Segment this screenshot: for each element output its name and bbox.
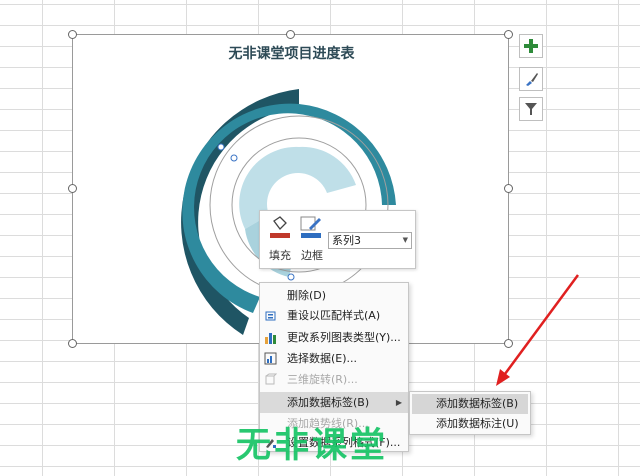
submenu-item-add-data-callouts[interactable]: 添加数据标注(U)	[412, 414, 528, 434]
outline-label: 边框	[301, 249, 323, 262]
menu-item-3d-rotation[interactable]: 三维旋转(R)...	[260, 369, 408, 390]
resize-handle-bottom-left[interactable]	[68, 339, 77, 348]
submenu-item-add-data-labels[interactable]: 添加数据标签(B)	[412, 394, 528, 414]
menu-item-select-data[interactable]: 选择数据(E)...	[260, 348, 408, 369]
selection-point[interactable]	[217, 143, 225, 151]
menu-item-add-data-labels[interactable]: 添加数据标签(B) ▶	[260, 392, 408, 413]
data-labels-submenu: 添加数据标签(B) 添加数据标注(U)	[409, 391, 531, 435]
submenu-item-label: 添加数据标签(B)	[436, 397, 519, 410]
menu-item-label: 添加数据标签(B)	[287, 396, 370, 409]
chevron-right-icon: ▶	[395, 398, 402, 407]
menu-item-label: 重设以匹配样式(A)	[287, 309, 381, 322]
selection-point[interactable]	[230, 154, 238, 162]
menu-item-delete[interactable]: 删除(D)	[260, 285, 408, 306]
resize-handle-bottom-right[interactable]	[504, 339, 513, 348]
menu-item-label: 三维旋转(R)...	[287, 373, 358, 386]
fill-label: 填充	[269, 249, 291, 262]
paint-bucket-icon	[270, 216, 290, 238]
select-data-icon	[264, 352, 277, 365]
resize-handle-top-right[interactable]	[504, 30, 513, 39]
resize-handle-top-left[interactable]	[68, 30, 77, 39]
menu-item-label: 更改系列图表类型(Y)...	[287, 331, 401, 344]
selection-point[interactable]	[287, 273, 295, 281]
menu-item-label: 选择数据(E)...	[287, 352, 358, 365]
resize-handle-top[interactable]	[286, 30, 295, 39]
bar-chart-icon	[265, 333, 276, 344]
watermark: 无非课堂	[236, 426, 389, 466]
resize-handle-right[interactable]	[504, 184, 513, 193]
submenu-item-label: 添加数据标注(U)	[436, 417, 519, 430]
chart-elements-button[interactable]	[519, 34, 543, 58]
pen-outline-icon	[300, 216, 321, 238]
chevron-down-icon: ▼	[402, 236, 408, 244]
reset-style-icon	[265, 311, 276, 321]
chart-filters-button[interactable]	[519, 97, 543, 121]
fill-button[interactable]: 填充	[264, 215, 296, 262]
menu-item-change-chart-type[interactable]: 更改系列图表类型(Y)...	[260, 327, 408, 348]
menu-item-label: 删除(D)	[287, 289, 327, 302]
chart-styles-button[interactable]	[519, 67, 543, 91]
mini-toolbar: 填充 边框 系列3 ▼	[259, 210, 416, 269]
series-select[interactable]: 系列3 ▼	[328, 232, 412, 249]
menu-item-reset-style[interactable]: 重设以匹配样式(A)	[260, 305, 408, 326]
plus-icon	[524, 39, 538, 53]
filter-icon	[525, 103, 537, 115]
series-select-value: 系列3	[332, 234, 361, 247]
outline-button[interactable]: 边框	[296, 215, 328, 262]
resize-handle-left[interactable]	[68, 184, 77, 193]
rotate-3d-icon	[265, 373, 277, 385]
brush-icon	[526, 73, 538, 86]
